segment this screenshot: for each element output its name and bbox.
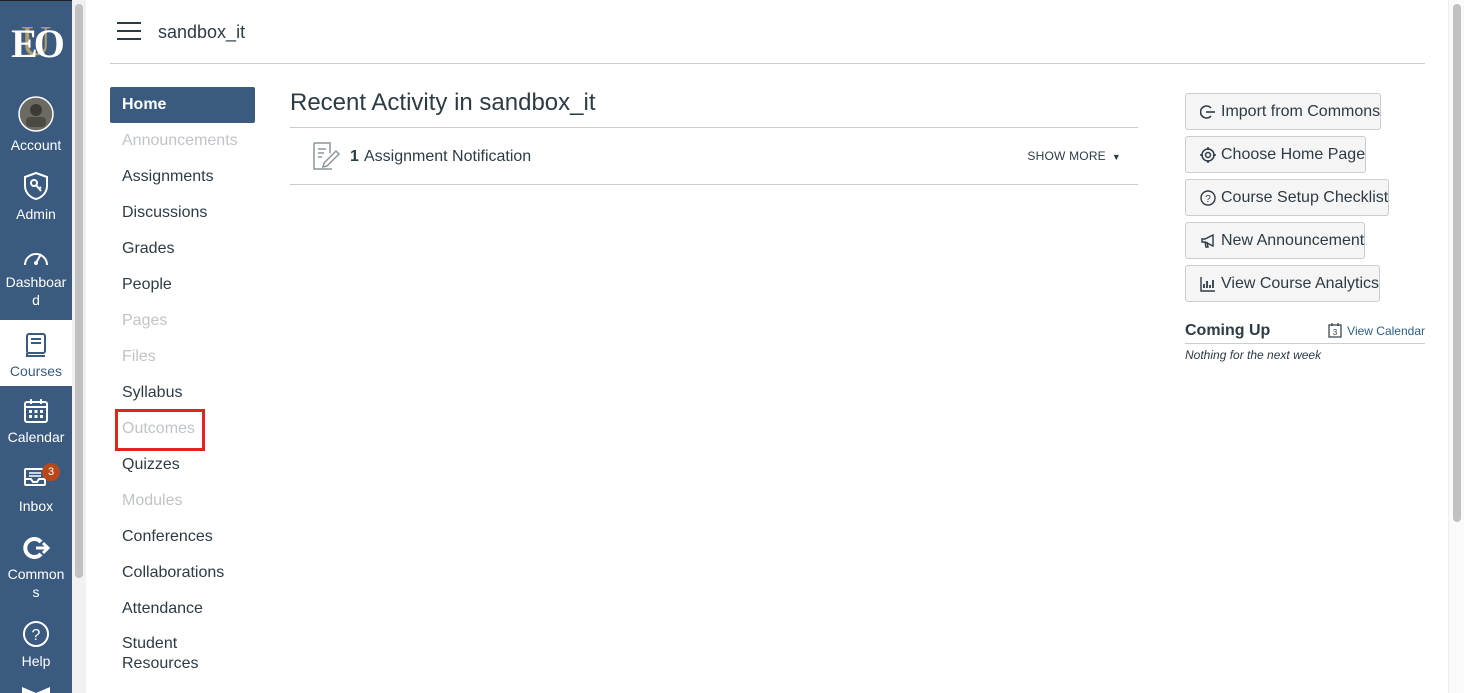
nav-scrollbar[interactable] [72,0,86,693]
target-icon [1200,146,1216,163]
nav-account-label: Account [10,137,62,153]
page-scrollbar[interactable] [1448,0,1464,693]
view-course-analytics-button[interactable]: View Course Analytics [1185,265,1380,302]
nav-dashboard-label: Dashboar d [5,274,67,308]
collapse-nav-icon[interactable] [20,685,52,693]
global-nav: U EO Account Admin Dashboar d Courses Ca… [0,0,72,693]
course-nav-conferences[interactable]: Conferences [110,519,255,555]
course-nav-collaborations[interactable]: Collaborations [110,555,255,591]
commons-icon [23,537,50,559]
import-from-commons-button[interactable]: Import from Commons [1185,93,1382,130]
nav-help[interactable]: ? Help [0,620,72,670]
main-content: Recent Activity in sandbox_it 1 Assignme… [290,87,1138,185]
calendar-icon: 3 [1328,323,1342,338]
avatar [18,96,54,132]
dashboard-gauge-icon [24,253,48,266]
course-nav-assignments[interactable]: Assignments [110,159,255,195]
new-announcement-label: New Announcement [1221,231,1365,249]
nav-inbox-label: Inbox [18,498,54,514]
choose-home-page-label: Choose Home Page [1221,145,1366,163]
svg-text:3: 3 [1333,328,1338,337]
course-nav-syllabus[interactable]: Syllabus [110,375,255,411]
choose-home-page-button[interactable]: Choose Home Page [1185,136,1367,173]
import-from-commons-label: Import from Commons [1221,102,1381,120]
course-setup-checklist-label: Course Setup Checklist [1221,188,1389,206]
show-more-label: SHOW MORE [1027,149,1106,163]
course-nav-pages[interactable]: Pages [110,303,255,339]
course-setup-checklist-button[interactable]: ? Course Setup Checklist [1185,179,1390,216]
course-nav-student-resources[interactable]: Student Resources [110,627,220,677]
new-announcement-button[interactable]: New Announcement [1185,222,1366,259]
assignment-icon [313,142,340,170]
course-nav-announcements[interactable]: Announcements [110,123,255,159]
course-header: sandbox_it [110,0,1425,64]
activity-count: 1 [350,148,359,165]
nav-admin[interactable]: Admin [0,171,72,223]
coming-up-header: Coming Up 3 View Calendar [1185,321,1425,344]
help-icon: ? [23,621,49,647]
breadcrumb[interactable]: sandbox_it [158,22,245,43]
megaphone-icon [1200,233,1216,249]
nav-inbox[interactable]: 3 Inbox [0,463,72,515]
book-icon [26,333,46,357]
course-nav: Home Announcements Assignments Discussio… [110,87,255,677]
hamburger-menu-icon[interactable] [117,22,141,42]
course-nav-people[interactable]: People [110,267,255,303]
nav-help-label: Help [21,653,51,669]
shield-icon [24,171,48,201]
nav-dashboard[interactable]: Dashboar d [0,245,72,309]
course-nav-attendance[interactable]: Attendance [110,591,255,627]
course-sidebar: Import from Commons Choose Home Page ? C… [1185,93,1425,362]
course-nav-files[interactable]: Files [110,339,255,375]
nav-courses-label: Courses [9,363,63,379]
caret-down-icon: ▼ [1111,152,1121,162]
course-nav-outcomes[interactable]: Outcomes [110,411,255,447]
show-more-link[interactable]: SHOW MORE ▼ [1027,149,1121,163]
nav-commons-label: Common s [7,566,65,600]
coming-up-title: Coming Up [1185,322,1271,339]
nav-admin-label: Admin [16,206,56,222]
nav-courses[interactable]: Courses [0,320,72,386]
inbox-unread-badge: 3 [42,463,60,481]
svg-text:?: ? [32,627,41,644]
svg-text:?: ? [1205,194,1211,205]
calendar-icon [24,399,48,423]
institution-logo[interactable]: U EO [0,1,72,85]
nav-calendar[interactable]: Calendar [0,398,72,446]
activity-row: 1 Assignment Notification SHOW MORE ▼ [290,128,1138,185]
page-title: Recent Activity in sandbox_it [290,87,1138,128]
nav-calendar-label: Calendar [7,429,65,445]
view-calendar-label: View Calendar [1347,323,1425,338]
view-calendar-link[interactable]: 3 View Calendar [1328,323,1425,338]
view-course-analytics-label: View Course Analytics [1221,274,1379,292]
course-nav-grades[interactable]: Grades [110,231,255,267]
question-icon: ? [1200,189,1216,206]
svg-text:EO: EO [11,21,64,66]
commons-import-icon [1200,104,1216,120]
course-nav-quizzes[interactable]: Quizzes [110,447,255,483]
course-nav-home[interactable]: Home [110,87,255,123]
course-nav-discussions[interactable]: Discussions [110,195,255,231]
coming-up-empty-text: Nothing for the next week [1185,348,1322,362]
course-nav-modules[interactable]: Modules [110,483,255,519]
nav-account[interactable]: Account [0,96,72,154]
activity-text: Assignment Notification [364,148,532,165]
nav-commons[interactable]: Common s [0,535,72,601]
analytics-icon [1200,276,1216,292]
